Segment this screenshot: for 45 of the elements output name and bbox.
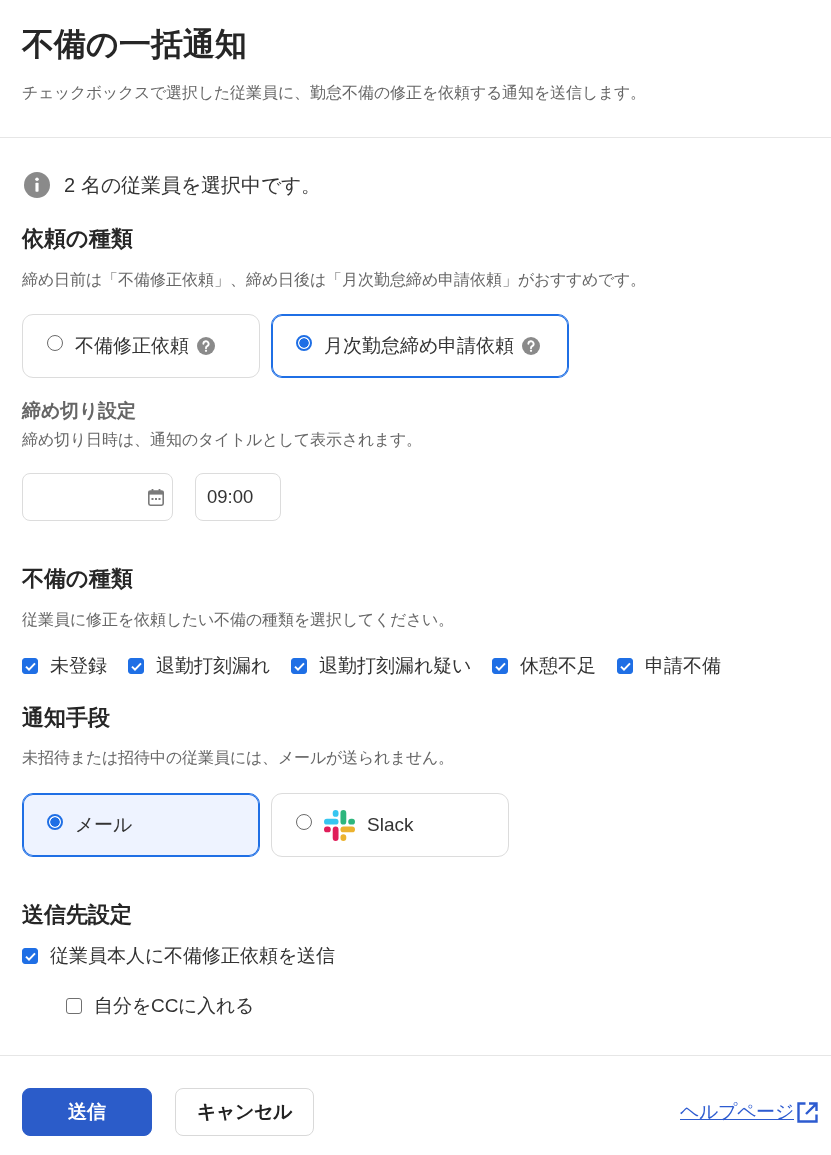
info-icon: [24, 172, 50, 198]
section-heading: 不備の種類: [22, 566, 134, 593]
checkbox-label: 退勤打刻漏れ疑い: [319, 654, 471, 678]
hint-text: 締め日前は「不備修正依頼」、締め日後は「月次勤怠締め申請依頼」がおすすめです。: [22, 270, 647, 290]
cancel-button[interactable]: キャンセル: [175, 1088, 314, 1136]
radio-button[interactable]: [47, 335, 63, 351]
slack-logo-icon: [324, 809, 355, 841]
checkbox-label: 未登録: [50, 654, 107, 678]
help-icon[interactable]: [197, 337, 215, 355]
external-link-icon: [797, 1101, 818, 1123]
selection-notice: 2 名の従業員を選択中です。: [64, 173, 321, 198]
page-description: チェックボックスで選択した従業員に、勤怠不備の修正を依頼する通知を送信します。: [22, 83, 647, 103]
checkbox-label: 申請不備: [645, 654, 721, 678]
radio-button[interactable]: [296, 814, 312, 830]
option-card[interactable]: 不備修正依頼: [22, 314, 260, 378]
section-heading: 送信先設定: [22, 902, 133, 929]
checkbox[interactable]: [22, 658, 38, 674]
page-title: 不備の一括通知: [22, 25, 248, 64]
section-heading: 締め切り設定: [22, 399, 137, 423]
checkbox-label: 退勤打刻漏れ: [156, 654, 270, 678]
checkbox[interactable]: [492, 658, 508, 674]
option-card[interactable]: Slack: [271, 793, 509, 857]
radio-button[interactable]: [296, 335, 312, 351]
checkbox[interactable]: [66, 998, 82, 1014]
checkbox[interactable]: [291, 658, 307, 674]
send-button[interactable]: 送信: [22, 1088, 152, 1136]
checkbox-label: 従業員本人に不備修正依頼を送信: [50, 944, 335, 968]
hint-text: 従業員に修正を依頼したい不備の種類を選択してください。: [22, 610, 455, 630]
section-heading: 依頼の種類: [22, 226, 134, 253]
checkbox-label: 自分をCCに入れる: [94, 994, 255, 1018]
help-icon[interactable]: [522, 337, 540, 355]
hint-text: 未招待または招待中の従業員には、メールが送られません。: [22, 748, 455, 768]
hint-text: 締め切り日時は、通知のタイトルとして表示されます。: [22, 430, 423, 450]
time-field[interactable]: 09:00: [195, 473, 281, 521]
checkbox[interactable]: [22, 948, 38, 964]
radio-button[interactable]: [47, 814, 63, 830]
date-field[interactable]: [22, 473, 173, 521]
checkbox-label: 休憩不足: [520, 654, 596, 678]
option-card[interactable]: 月次勤怠締め申請依頼: [271, 314, 569, 378]
option-card[interactable]: メール: [22, 793, 260, 857]
checkbox[interactable]: [617, 658, 633, 674]
help-link[interactable]: ヘルプページ: [680, 1099, 818, 1125]
checkbox[interactable]: [128, 658, 144, 674]
calendar-icon[interactable]: [148, 488, 164, 506]
section-heading: 通知手段: [22, 705, 111, 732]
